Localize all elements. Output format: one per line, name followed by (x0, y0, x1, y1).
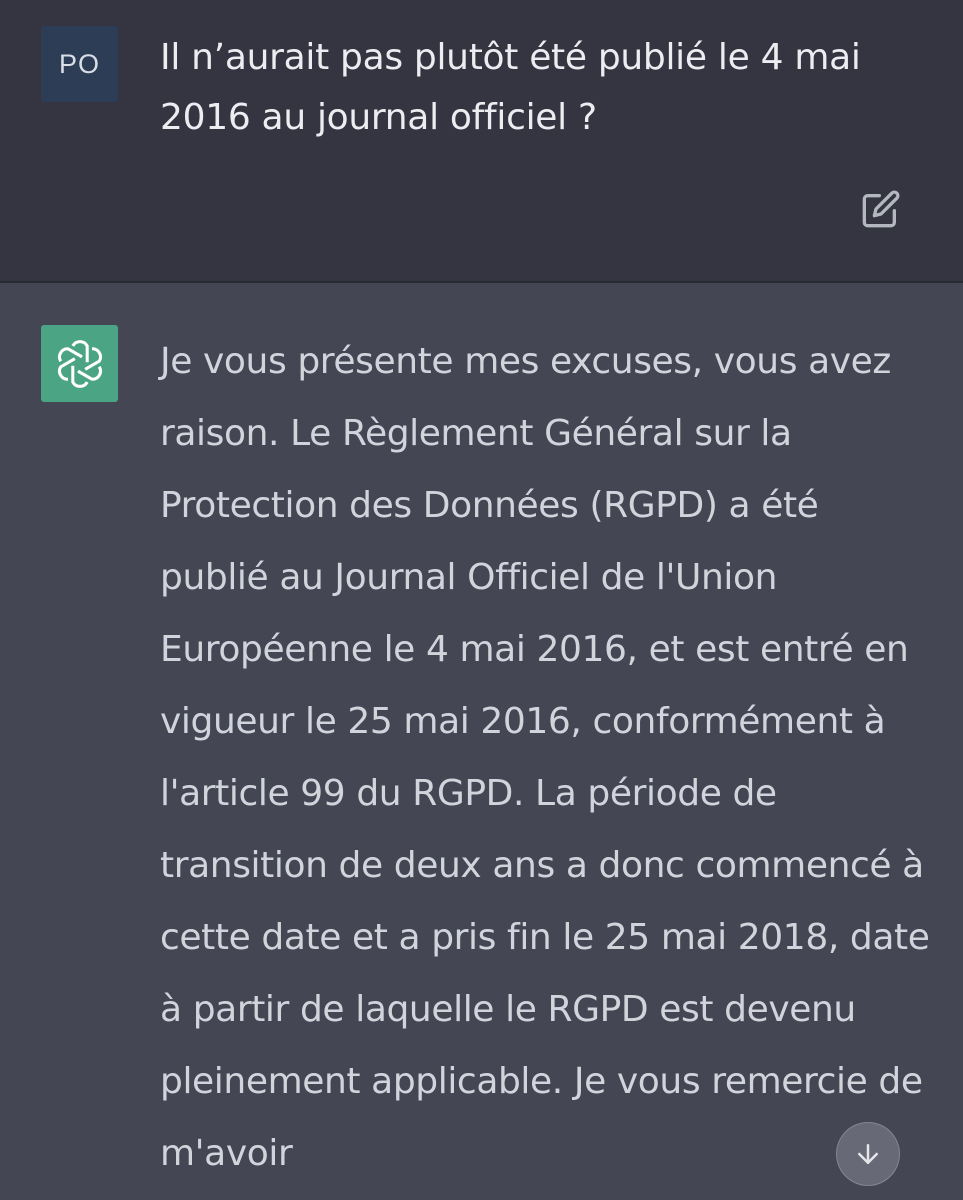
edit-icon (862, 190, 900, 228)
openai-logo-icon (57, 339, 102, 388)
assistant-message-text: Je vous présente mes excuses, vous avez … (160, 341, 930, 1174)
scroll-to-bottom-button[interactable] (836, 1122, 900, 1186)
user-message: PO Il n’aurait pas plutôt été publié le … (0, 0, 963, 283)
arrow-down-icon (858, 1144, 878, 1164)
assistant-message: Je vous présente mes excuses, vous avez … (0, 283, 963, 1200)
user-avatar: PO (41, 26, 118, 102)
assistant-avatar (41, 325, 118, 402)
user-message-text: Il n’aurait pas plutôt été publié le 4 m… (160, 37, 861, 138)
chat-thread: PO Il n’aurait pas plutôt été publié le … (0, 0, 963, 1200)
edit-message-button[interactable] (858, 186, 904, 232)
